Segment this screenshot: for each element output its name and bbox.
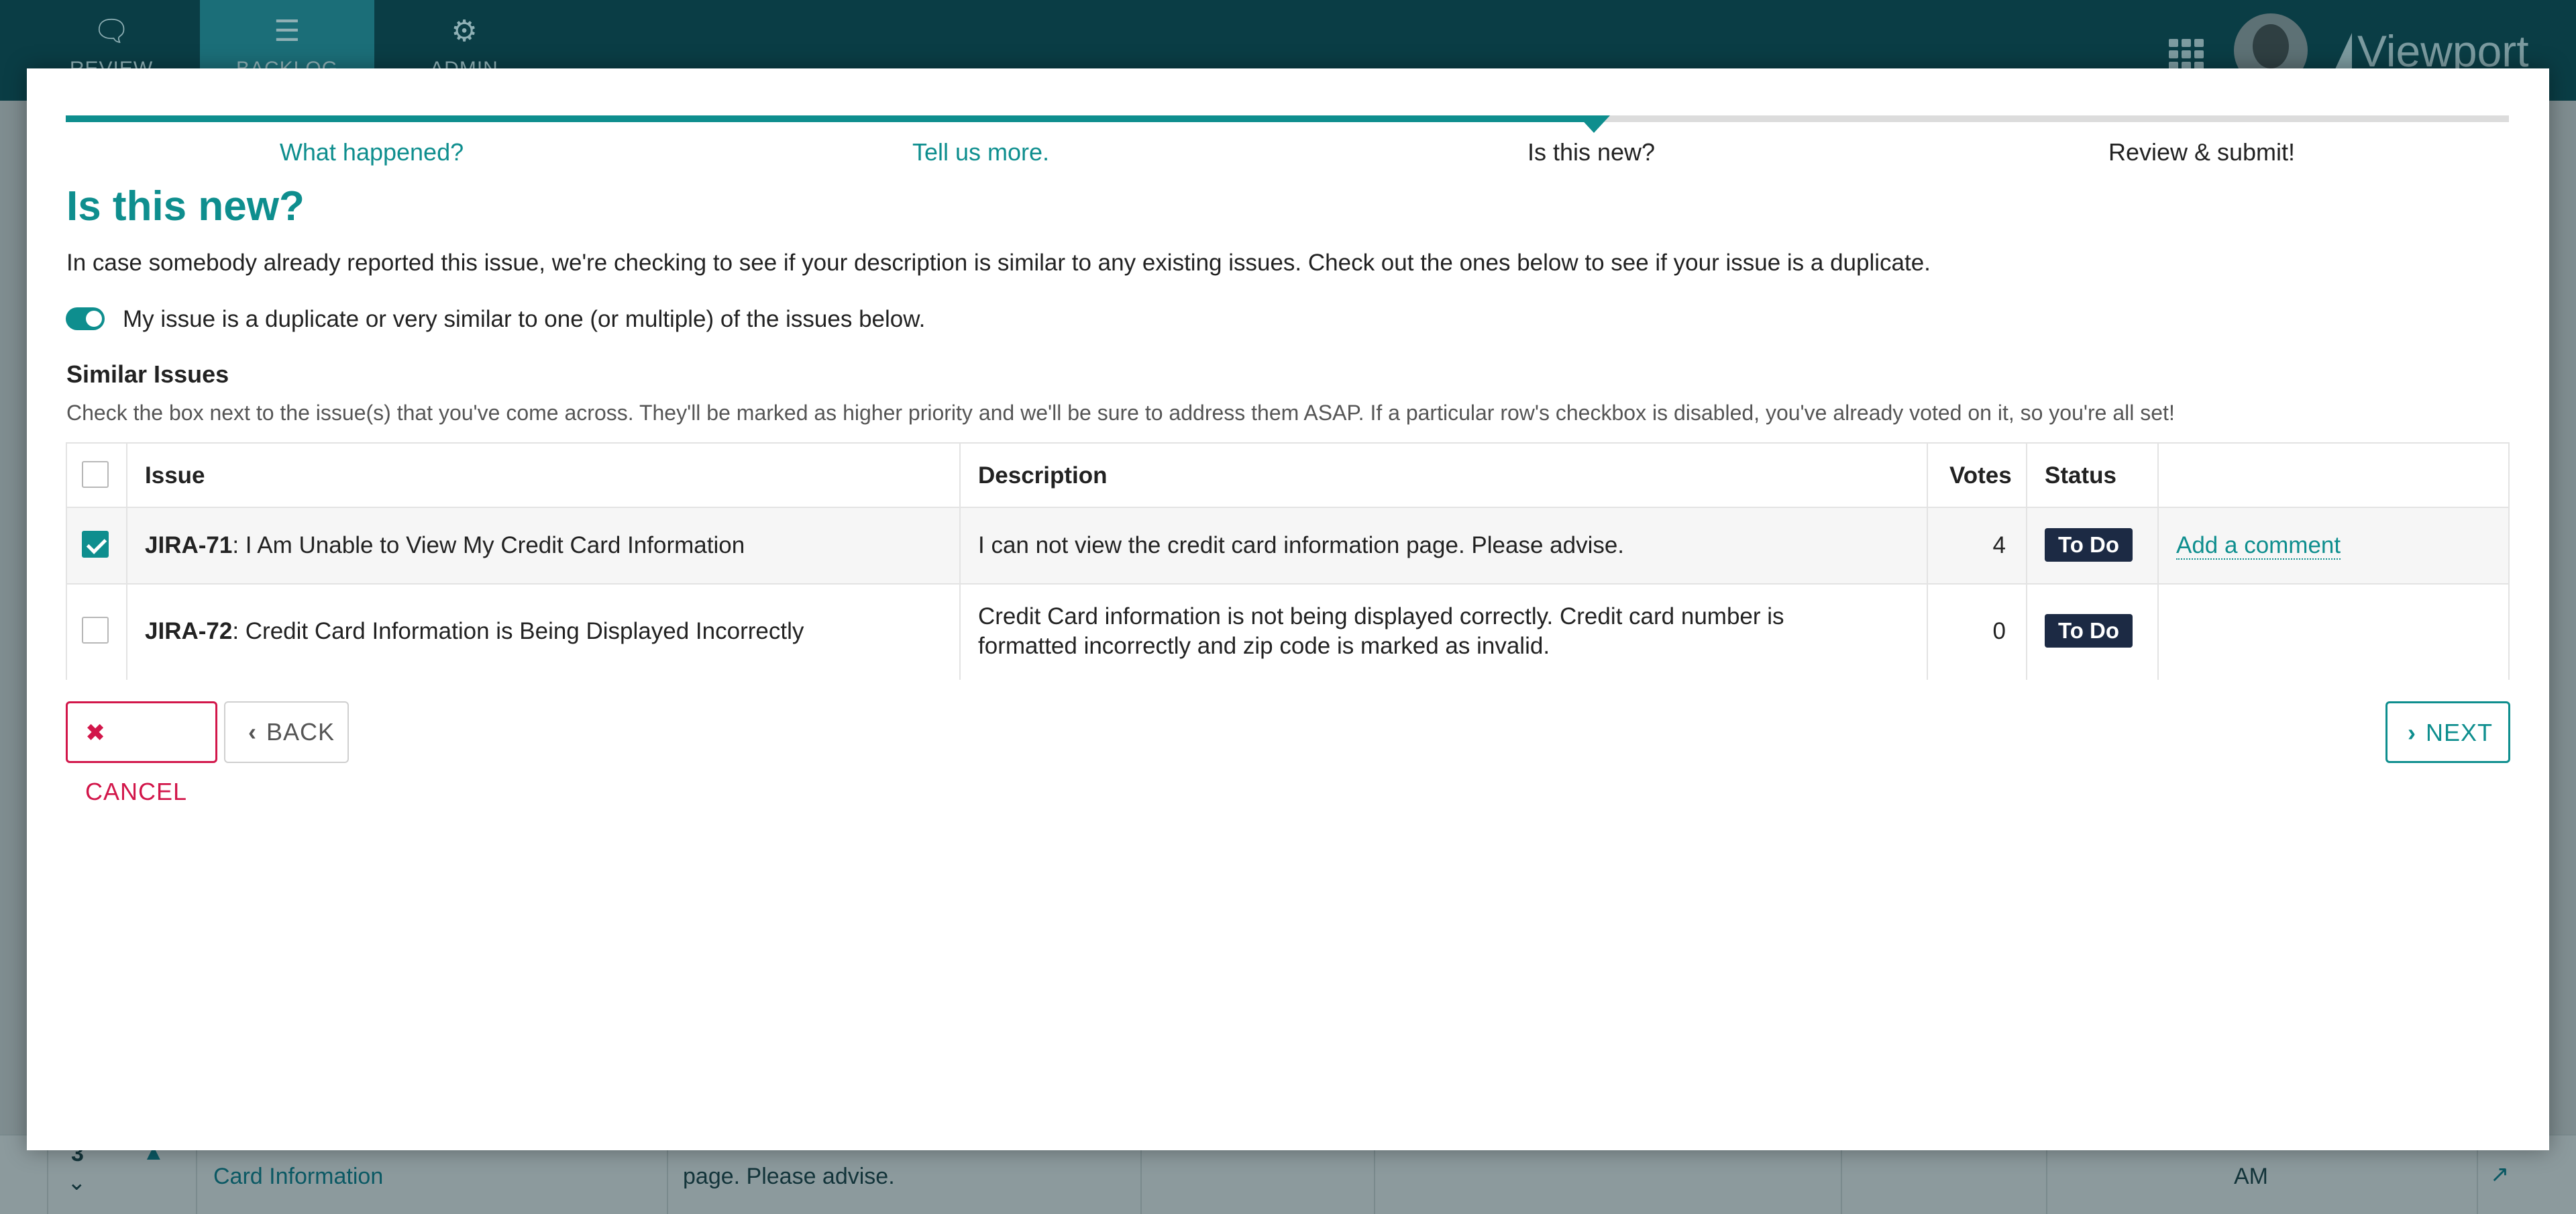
new-issue-wizard-modal: What happened? Tell us more. Is this new… (27, 68, 2549, 1150)
row-checkbox[interactable] (82, 531, 109, 558)
similar-issues-table: Issue Description Votes Status JIRA-71: … (66, 442, 2510, 680)
back-button[interactable]: ‹ BACK (224, 701, 349, 763)
duplicate-toggle[interactable] (66, 307, 105, 330)
chevron-right-icon: › (2408, 719, 2416, 746)
next-button[interactable]: › NEXT (2385, 701, 2510, 763)
header-issue: Issue (145, 462, 205, 489)
table-row: JIRA-72: Credit Card Information is Bein… (67, 585, 2508, 680)
list-icon: ☰ (274, 15, 301, 48)
row-checkbox[interactable] (82, 617, 109, 644)
issue-votes: 0 (1992, 618, 2006, 644)
gears-icon: ⚙ (451, 15, 478, 48)
chat-icon: 🗨 (93, 15, 130, 48)
cancel-button[interactable]: ✖ CANCEL (66, 701, 217, 805)
header-votes: Votes (1949, 462, 2012, 489)
issue-description-line-1: Credit Card information is not being dis… (978, 603, 1784, 629)
background-issue-link[interactable]: Card Information (213, 1164, 383, 1190)
back-label: BACK (266, 718, 335, 746)
issue-key: JIRA-71 (145, 532, 233, 558)
wizard-progress (66, 115, 2509, 133)
sailboat-icon (2334, 33, 2352, 70)
step-tell-us-more[interactable]: Tell us more. (912, 138, 1049, 167)
similar-issues-title: Similar Issues (66, 360, 229, 388)
toggle-knob (86, 311, 102, 327)
background-time: AM (2234, 1164, 2268, 1189)
header-status: Status (2045, 462, 2116, 489)
similar-issues-help: Check the box next to the issue(s) that … (66, 401, 2175, 425)
status-badge: To Do (2045, 528, 2133, 562)
background-description: page. Please advise. (683, 1164, 895, 1189)
close-icon: ✖ (85, 719, 107, 746)
step-review-submit: Review & submit! (2108, 138, 2296, 166)
cancel-label: CANCEL (85, 778, 188, 805)
intro-text: In case somebody already reported this i… (66, 250, 1931, 276)
next-label: NEXT (2426, 719, 2493, 746)
external-link-icon[interactable]: ↗ (2490, 1161, 2510, 1188)
chevron-down-icon[interactable]: ⌄ (67, 1169, 87, 1196)
add-comment-cell: Add a comment (2176, 531, 2341, 560)
issue-description-line-2: formatted incorrectly and zip code is ma… (978, 633, 1550, 659)
table-header-row: Issue Description Votes Status (67, 444, 2508, 508)
table-row: JIRA-71: I Am Unable to View My Credit C… (67, 508, 2508, 585)
apps-grid-icon[interactable] (2169, 39, 2205, 70)
step-what-happened[interactable]: What happened? (280, 138, 464, 167)
add-comment-link[interactable]: Add a comment (2176, 532, 2341, 560)
issue-cell: JIRA-71: I Am Unable to View My Credit C… (145, 531, 745, 560)
duplicate-toggle-label[interactable]: My issue is a duplicate or very similar … (123, 305, 925, 334)
issue-cell: JIRA-72: Credit Card Information is Bein… (145, 617, 804, 646)
issue-votes: 4 (1992, 532, 2006, 558)
chevron-left-icon: ‹ (248, 718, 257, 746)
page-title: Is this new? (66, 183, 305, 230)
issue-summary: : Credit Card Information is Being Displ… (232, 618, 804, 644)
step-is-this-new: Is this new? (1527, 138, 1656, 166)
progress-fill (66, 115, 1589, 122)
issue-description: I can not view the credit card informati… (978, 532, 1625, 558)
header-description: Description (978, 462, 1108, 489)
status-badge: To Do (2045, 614, 2133, 648)
select-all-checkbox[interactable] (82, 461, 109, 488)
issue-key: JIRA-72 (145, 618, 233, 644)
current-step-marker (1578, 115, 1610, 133)
issue-summary: : I Am Unable to View My Credit Card Inf… (232, 532, 745, 558)
